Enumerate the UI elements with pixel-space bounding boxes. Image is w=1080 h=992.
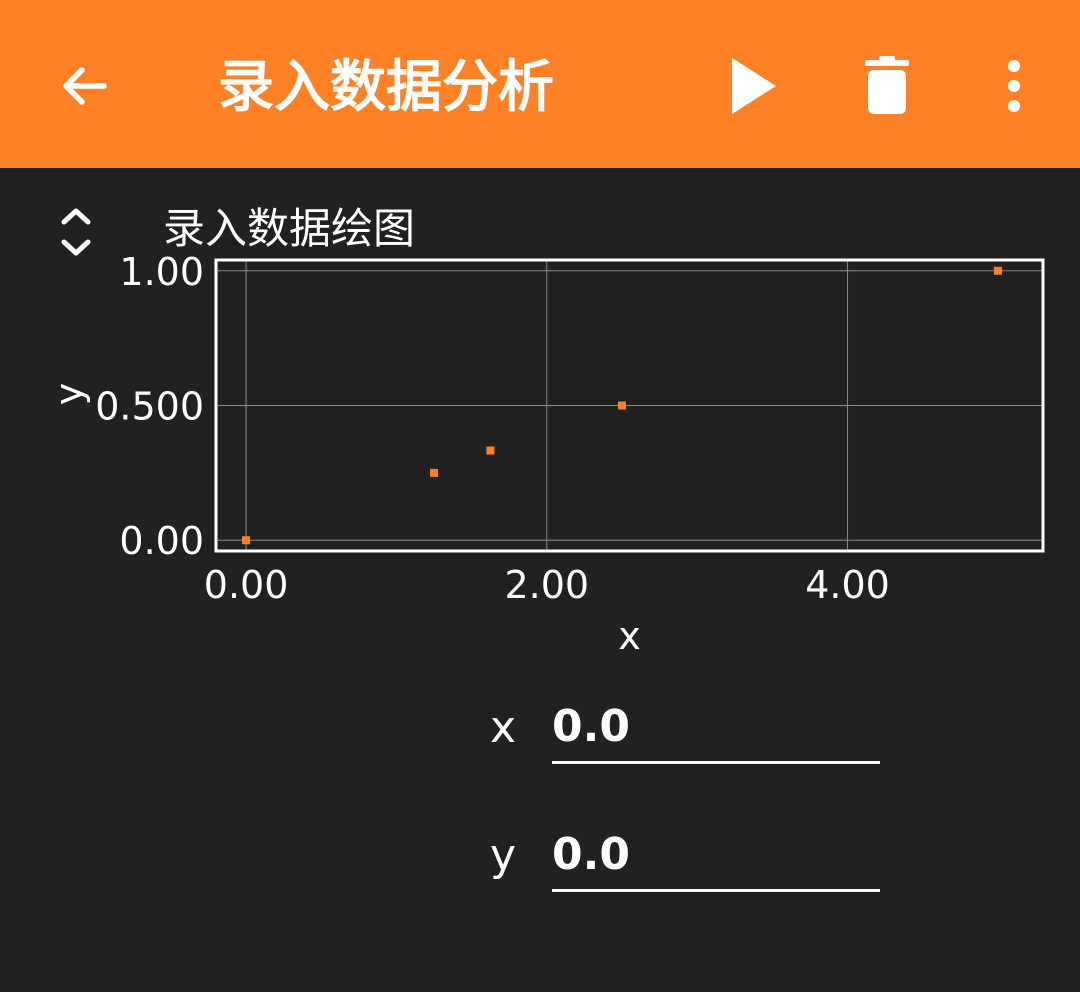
play-icon xyxy=(732,58,776,114)
y-axis-label: y xyxy=(47,383,91,406)
y-tick-label: 0.500 xyxy=(95,385,204,429)
more-options-button[interactable] xyxy=(978,50,1050,122)
x-field-label: x xyxy=(490,702,517,753)
run-button[interactable] xyxy=(714,50,786,122)
back-button[interactable] xyxy=(54,56,114,116)
more-vert-icon xyxy=(1008,60,1020,112)
x-field[interactable] xyxy=(552,694,880,764)
x-input[interactable] xyxy=(552,694,880,758)
data-point[interactable] xyxy=(430,468,439,477)
page-title: 录入数据分析 xyxy=(218,55,554,120)
delete-button[interactable] xyxy=(851,50,923,122)
x-axis-label: x xyxy=(618,614,641,658)
x-tick-label: 0.00 xyxy=(204,563,289,607)
data-point[interactable] xyxy=(486,446,495,455)
scatter-chart[interactable]: 0.00 2.00 4.00 0.00 0.500 1.00 x y xyxy=(0,250,1080,670)
section-title: 录入数据绘图 xyxy=(163,204,416,253)
x-tick-label: 2.00 xyxy=(504,563,589,607)
arrow-back-icon xyxy=(63,67,107,105)
trash-icon xyxy=(865,56,909,114)
x-tick-label: 4.00 xyxy=(805,563,890,607)
y-tick-label: 1.00 xyxy=(119,250,204,294)
data-point[interactable] xyxy=(242,536,251,545)
app-bar: 录入数据分析 xyxy=(0,0,1080,168)
y-input[interactable] xyxy=(552,822,880,886)
y-field[interactable] xyxy=(552,822,880,892)
y-tick-label: 0.00 xyxy=(119,519,204,563)
data-point[interactable] xyxy=(617,401,626,410)
data-point[interactable] xyxy=(993,266,1002,275)
y-field-label: y xyxy=(490,830,517,881)
